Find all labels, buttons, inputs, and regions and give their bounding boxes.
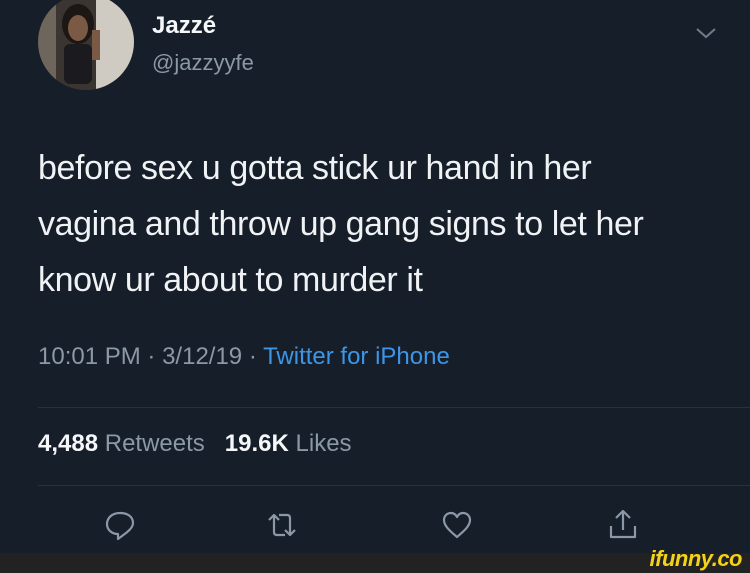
heart-icon[interactable] [440, 508, 474, 542]
display-name[interactable]: Jazzé [152, 12, 216, 40]
tweet-date: 3/12/19 [162, 343, 243, 370]
tweet-stats: 4,488 Retweets 19.6K Likes [38, 430, 352, 458]
tweet-text: before sex u gotta stick ur hand in her … [38, 149, 644, 299]
share-icon[interactable] [606, 508, 640, 542]
likes-stat[interactable]: 19.6K Likes [225, 430, 352, 457]
tweet-time: 10:01 PM [38, 343, 141, 370]
reply-icon[interactable] [103, 508, 137, 542]
retweet-count: 4,488 [38, 430, 99, 457]
avatar-image [38, 0, 134, 90]
ifunny-watermark: ifunny.co [649, 546, 743, 571]
chevron-down-icon[interactable] [692, 22, 720, 44]
like-label: Likes [295, 430, 352, 457]
watermark-bar [0, 553, 750, 573]
tweet-card: Jazzé @jazzyyfe before sex u gotta stick… [0, 0, 750, 573]
retweet-label: Retweets [104, 430, 205, 457]
tweet-meta: 10:01 PM · 3/12/19 · Twitter for iPhone [38, 343, 450, 371]
retweet-icon[interactable] [265, 508, 299, 542]
like-count: 19.6K [224, 430, 289, 457]
retweets-stat[interactable]: 4,488 Retweets [38, 430, 205, 457]
meta-separator: · [248, 343, 257, 370]
avatar[interactable] [38, 0, 134, 90]
divider [38, 407, 750, 408]
meta-separator: · [147, 343, 156, 370]
divider [38, 485, 750, 486]
user-handle[interactable]: @jazzyyfe [152, 50, 254, 76]
tweet-source-link[interactable]: Twitter for iPhone [263, 343, 450, 370]
